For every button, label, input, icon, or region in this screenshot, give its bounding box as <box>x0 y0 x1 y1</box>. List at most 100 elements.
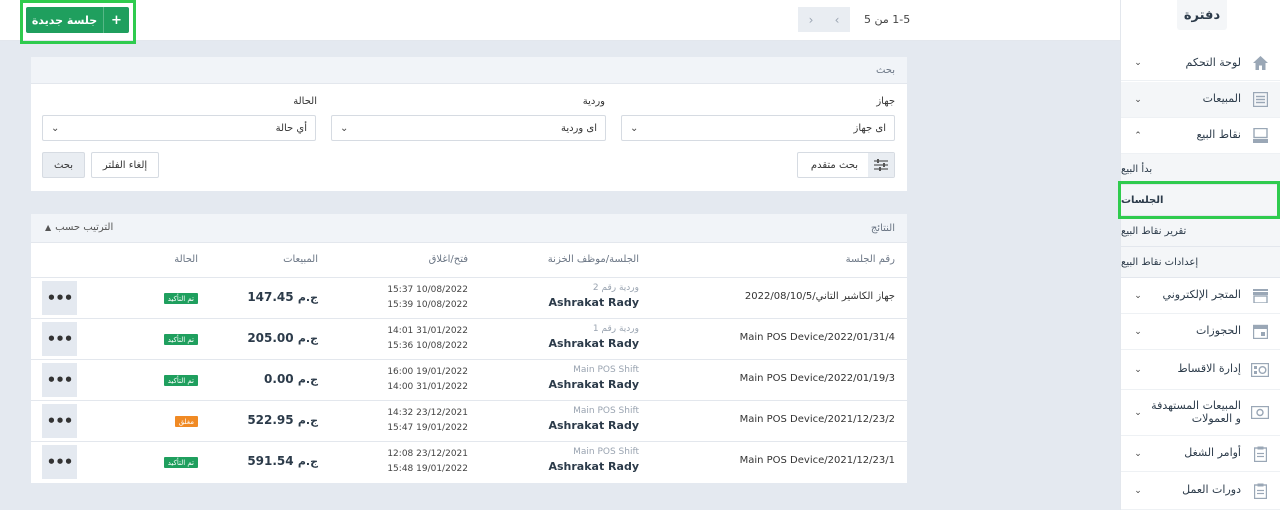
shift-name: وردية رقم 1 <box>592 324 639 334</box>
status-badge: تم التأكيد <box>163 293 198 304</box>
chevron-down-icon: ⌄ <box>630 122 639 134</box>
opened-at: 16:00 19/01/2022 <box>387 367 468 377</box>
sidebar: دفترة لوحة التحكم ⌄ المبيعات ⌄ نقاط البيع ⌃ ال… <box>1120 0 1280 510</box>
session-number[interactable]: Main POS Device/2022/01/31/4 <box>740 332 895 343</box>
chevron-down-icon: ⌄ <box>1134 290 1142 301</box>
search-button[interactable]: بحث <box>42 152 85 178</box>
sales-amount: 522.95 ج.م <box>247 413 318 427</box>
row-actions-button[interactable]: ••• <box>42 322 77 356</box>
sort-by-button[interactable]: الترتيب حسب ▲︎ <box>45 222 113 233</box>
row-actions-button[interactable]: ••• <box>42 404 77 438</box>
session-number[interactable]: Main POS Device/2021/12/23/2 <box>740 414 895 425</box>
row-actions-button[interactable]: ••• <box>42 281 77 315</box>
shift-name: Main POS Shift <box>573 365 639 375</box>
sales-currency: ج.م <box>297 291 318 304</box>
results-title: النتائج الترتيب حسب ▲︎ <box>31 214 907 243</box>
advanced-search-button[interactable]: بحث متقدم <box>797 152 895 178</box>
chevron-down-icon: ⌄ <box>1134 326 1142 337</box>
chevron-left-icon: ‹ <box>834 12 840 27</box>
sidebar-item-label: دورات العمل <box>1182 483 1241 497</box>
monitor-icon <box>1251 127 1269 145</box>
session-number[interactable]: Main POS Device/2021/12/23/1 <box>740 455 895 466</box>
chevron-up-icon: ⌃ <box>1134 130 1142 141</box>
sales-currency: ج.م <box>297 332 318 345</box>
col-sales: المبيعات <box>283 254 318 265</box>
chevron-down-icon: ⌄ <box>1134 448 1142 459</box>
sort-icon: ▲︎ <box>45 223 52 232</box>
sales-value: 591.54 <box>247 454 294 468</box>
more-icon: ••• <box>46 289 74 307</box>
cashier-name: Ashrakat Rady <box>548 460 639 473</box>
sidebar-item-2[interactable]: نقاط البيع ⌃ <box>1121 118 1280 154</box>
sidebar-subitem-3[interactable]: إعدادات نقاط البيع <box>1121 247 1280 278</box>
cashier-name: Ashrakat Rady <box>548 419 639 432</box>
closed-at: 15:47 19/01/2022 <box>387 423 468 433</box>
closed-at: 15:36 10/08/2022 <box>387 341 468 351</box>
chevron-down-icon: ⌄ <box>1134 58 1142 68</box>
search-panel: بحث جهاز وردية الحالة ⌄ اى جهاز ⌄ اى ورد… <box>31 57 907 191</box>
next-page-button[interactable]: › <box>798 7 824 32</box>
table-row[interactable]: Main POS Device/2021/12/23/1 Main POS Shi… <box>31 441 907 482</box>
results-panel: النتائج الترتيب حسب ▲︎ رقم الجلسة الجلسة… <box>31 214 907 483</box>
table-row[interactable]: Main POS Device/2022/01/19/3 Main POS Shi… <box>31 359 907 400</box>
shift-name: Main POS Shift <box>573 406 639 416</box>
plus-icon: + <box>103 7 129 33</box>
closed-at: 15:48 19/01/2022 <box>387 464 468 474</box>
sidebar-item-1[interactable]: المبيعات ⌄ <box>1121 82 1280 118</box>
chevron-right-icon: › <box>808 12 814 27</box>
sales-amount: 591.54 ج.م <box>247 454 318 468</box>
sliders-icon <box>868 153 894 177</box>
session-number[interactable]: جهاز الكاشير التاني/2022/08/10/5 <box>745 291 895 302</box>
more-icon: ••• <box>46 330 74 348</box>
prev-page-button[interactable]: ‹ <box>824 7 850 32</box>
shift-select[interactable]: ⌄ اى وردية <box>331 115 606 141</box>
clipboard-icon <box>1251 482 1269 500</box>
col-session-cashier: الجلسة/موظف الخزنة <box>547 254 639 265</box>
sidebar-item-label: الحجوزات <box>1195 324 1241 338</box>
calendar-icon <box>1251 323 1269 341</box>
cashier-name: Ashrakat Rady <box>548 337 639 350</box>
opened-at: 15:37 10/08/2022 <box>387 285 468 295</box>
session-number[interactable]: Main POS Device/2022/01/19/3 <box>740 373 895 384</box>
row-actions-button[interactable]: ••• <box>42 445 77 479</box>
status-badge: تم التأكيد <box>163 375 198 386</box>
reset-filter-button[interactable]: إلغاء الفلتر <box>91 152 159 178</box>
chevron-down-icon: ⌄ <box>1134 407 1142 418</box>
table-row[interactable]: Main POS Device/2022/01/31/4 وردية رقم 1 A… <box>31 318 907 359</box>
logo[interactable]: دفترة <box>1177 0 1227 30</box>
chevron-down-icon: ⌄ <box>340 122 349 134</box>
shift-name: وردية رقم 2 <box>592 283 639 293</box>
clipboard-icon <box>1251 445 1269 463</box>
sidebar-subitem-2[interactable]: تقرير نقاط البيع <box>1121 216 1280 247</box>
sidebar-item-8[interactable]: دورات العمل ⌄ <box>1121 472 1280 510</box>
sidebar-item-0[interactable]: لوحة التحكم ⌄ <box>1121 46 1280 81</box>
sidebar-item-label: نقاط البيع <box>1196 128 1241 142</box>
row-actions-button[interactable]: ••• <box>42 363 77 397</box>
sidebar-item-label: أوامر الشغل <box>1184 446 1241 460</box>
list-icon <box>1251 91 1269 109</box>
status-select[interactable]: ⌄ أي حالة <box>42 115 316 141</box>
cashier-name: Ashrakat Rady <box>548 378 639 391</box>
table-row[interactable]: جهاز الكاشير التاني/2022/08/10/5 وردية رق… <box>31 277 907 318</box>
sales-value: 522.95 <box>247 413 294 427</box>
sort-label: الترتيب حسب <box>55 222 114 233</box>
new-session-button[interactable]: + جلسة جديدة <box>26 7 129 33</box>
sales-value: 205.00 <box>247 331 294 345</box>
table-header: رقم الجلسة الجلسة/موظف الخزنة فتح/اغلاق … <box>31 243 907 277</box>
search-panel-title: بحث <box>31 57 907 84</box>
sidebar-item-5[interactable]: إدارة الاقساط ⌄ <box>1121 350 1280 390</box>
sidebar-item-6[interactable]: المبيعات المستهدفة و العمولات ⌄ <box>1121 390 1280 436</box>
sales-amount: 147.45 ج.م <box>247 290 318 304</box>
opened-at: 14:32 23/12/2021 <box>387 408 468 418</box>
store-icon <box>1251 287 1269 305</box>
table-row[interactable]: Main POS Device/2021/12/23/2 Main POS Shi… <box>31 400 907 441</box>
sidebar-item-label: إدارة الاقساط <box>1177 362 1241 376</box>
shift-select-value: اى وردية <box>560 122 597 134</box>
status-badge: تم التأكيد <box>163 334 198 345</box>
sidebar-item-7[interactable]: أوامر الشغل ⌄ <box>1121 436 1280 472</box>
status-badge: مغلق <box>174 416 198 427</box>
device-select[interactable]: ⌄ اى جهاز <box>621 115 895 141</box>
top-bar <box>0 0 1120 41</box>
sidebar-item-4[interactable]: الحجوزات ⌄ <box>1121 314 1280 350</box>
sidebar-item-3[interactable]: المتجر الإلكتروني ⌄ <box>1121 278 1280 314</box>
